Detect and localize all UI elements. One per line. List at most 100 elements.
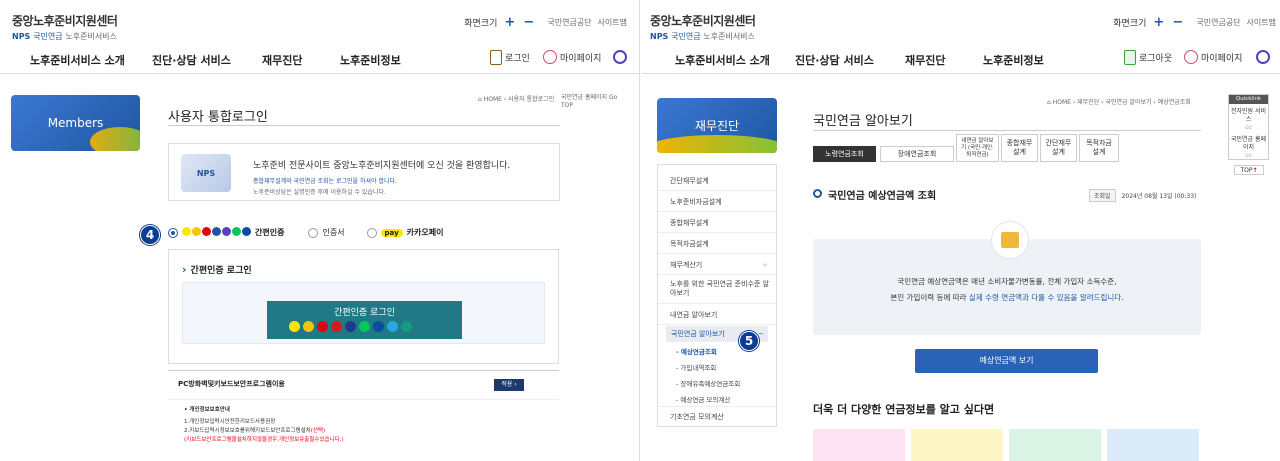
view-expected-pension-button[interactable]: 예상연금액 보기 — [915, 349, 1098, 373]
pc-security-row: PC방화벽및키보드보안프로그램이용 적용 › — [168, 370, 559, 400]
radio-label-certificate: 인증서 — [322, 228, 345, 237]
quicklink-e-civil[interactable]: 전자민원 서비스 GO — [1229, 108, 1268, 132]
tab-total-plan[interactable]: 종합재무 설계 — [1001, 134, 1038, 162]
nav-item-consult[interactable]: 진단·상담 서비스 — [795, 52, 874, 68]
lnb-purpose-fund[interactable]: 목적자금설계 — [658, 234, 776, 254]
simple-auth-icons — [182, 227, 252, 238]
info-card-3[interactable] — [1009, 429, 1101, 461]
info-card-2[interactable] — [911, 429, 1003, 461]
info-card-1[interactable] — [813, 429, 905, 461]
site-logo[interactable]: 중앙노후준비지원센터 NPS 국민연금 노후준비서비스 — [650, 12, 756, 42]
nav-item-intro[interactable]: 노후준비서비스 소개 — [30, 52, 125, 68]
lnb-calculator[interactable]: 재무계산기 + — [658, 255, 776, 275]
nav-item-intro[interactable]: 노후준비서비스 소개 — [675, 52, 770, 68]
top-utility-bar: 화면크기 + − 국민연금공단 사이트맵 — [464, 15, 627, 30]
welcome-notice-1: 종합재무설계와 국민연금 조회는 로그인을 하셔야 합니다. — [253, 178, 397, 185]
lnb-total-plan[interactable]: 종합재무설계 — [658, 213, 776, 233]
nps-link[interactable]: 국민연금공단 — [1196, 17, 1240, 28]
easy-login-heading: 간편인증 로그인 — [182, 263, 252, 276]
info-line-2: 본인 가입이력 등에 따라 실제 수령 연금액과 다를 수 있음을 알려드립니다… — [890, 293, 1124, 302]
lnb-basic-pension[interactable]: 기초연금 모의계산 — [658, 406, 776, 426]
title-divider — [813, 130, 1201, 131]
arrow-up-icon: ↑ — [1252, 167, 1258, 174]
site-logo[interactable]: 중앙노후준비지원센터 NPS 국민연금 노후준비서비스 — [12, 12, 118, 42]
search-icon[interactable] — [613, 50, 627, 64]
page-title: 국민연금 알아보기 — [813, 114, 913, 129]
zoom-out-button[interactable]: − — [1171, 15, 1184, 30]
tab-simple-plan[interactable]: 간단재무 설계 — [1040, 134, 1077, 162]
lnb-pension-level[interactable]: 노후를 위한 국민연금 준비수준 알아보기 — [658, 276, 776, 304]
right-screenshot: 중앙노후준비지원센터 NPS 국민연금 노후준비서비스 화면크기 + − 국민연… — [642, 0, 1280, 461]
nps-welcome-icon: NPS — [181, 154, 231, 192]
auth-method-radio-group: 간편인증 인증서 pay 카카오페이 — [168, 227, 443, 238]
lock-icon — [490, 50, 502, 65]
zoom-in-button[interactable]: + — [503, 15, 516, 30]
step-badge-4: 4 — [140, 225, 160, 245]
more-info-heading: 더욱 더 다양한 연금정보를 알고 싶다면 — [813, 403, 995, 416]
nps-logo-icon: NPS — [12, 32, 31, 41]
radio-simple-auth[interactable] — [168, 227, 178, 238]
logo-title: 중앙노후준비지원센터 — [12, 14, 118, 28]
user-icon — [543, 50, 557, 64]
quicklink-nps-home[interactable]: 국민연금 홈페이지 GO — [1229, 136, 1268, 160]
user-icon — [1184, 50, 1198, 64]
left-screenshot: 중앙노후준비지원센터 NPS 국민연금 노후준비서비스 화면크기 + − 국민연… — [0, 0, 640, 461]
nav-item-info[interactable]: 노후준비정보 — [983, 52, 1044, 68]
logo-title: 중앙노후준비지원센터 — [650, 14, 756, 28]
tab-disability[interactable]: 장애연금조회 — [880, 146, 954, 162]
section-title: 국민연금 예상연금액 조회 — [813, 187, 936, 202]
main-nav: 노후준비서비스 소개 진단·상담 서비스 재무진단 노후준비정보 로그아웃 마이… — [642, 44, 1280, 74]
lnb-my-pension[interactable]: 내연금 알아보기 — [658, 305, 776, 325]
lnb-sub-expected[interactable]: - 예상연금조회 — [676, 346, 717, 356]
quicklink-panel: Quicklink 전자민원 서비스 GO 국민연금 홈페이지 GO — [1228, 94, 1269, 160]
date-label: 조회일 — [1089, 189, 1116, 202]
page-title: 사용자 통합로그인 — [168, 110, 268, 125]
members-banner: Members — [11, 95, 140, 151]
sitemap-link[interactable]: 사이트맵 — [1247, 17, 1276, 28]
logout-link[interactable]: 로그아웃 — [1124, 50, 1172, 65]
easy-login-panel: 간편인증 로그인 간편인증 로그인 — [168, 249, 559, 364]
top-utility-bar: 화면크기 + − 국민연금공단 사이트맵 — [1113, 15, 1276, 30]
logo-subtitle: NPS 국민연금 노후준비서비스 — [650, 32, 755, 41]
radio-label-kakaopay: 카카오페이 — [406, 228, 444, 237]
lnb-sub-simulation[interactable]: - 예상연금 모의계산 — [676, 394, 730, 404]
radio-certificate[interactable] — [308, 227, 319, 238]
nav-item-consult[interactable]: 진단·상담 서비스 — [152, 52, 231, 68]
lnb-sub-disability[interactable]: - 장애유족예상연금조회 — [676, 378, 740, 388]
search-icon[interactable] — [1256, 50, 1270, 64]
pension-info-box: 국민연금 예상연금액은 매년 소비자물가변동률, 전체 가입자 소득수준, 본인… — [813, 221, 1201, 335]
easy-login-area: 간편인증 로그인 — [182, 282, 545, 344]
nps-home-go-top[interactable]: 국민연금 홈페이지 Go TOP — [561, 94, 625, 110]
zoom-in-button[interactable]: + — [1152, 15, 1165, 30]
zoom-out-button[interactable]: − — [522, 15, 535, 30]
finance-banner: 재무진단 — [657, 98, 777, 153]
info-line-1: 국민연금 예상연금액은 매년 소비자물가변동률, 전체 가입자 소득수준, — [897, 277, 1117, 286]
mypage-link[interactable]: 마이페이지 — [543, 50, 601, 64]
radio-kakaopay[interactable] — [366, 227, 377, 238]
nav-item-finance[interactable]: 재무진단 — [905, 52, 945, 68]
apply-button[interactable]: 적용 › — [494, 379, 524, 391]
sitemap-link[interactable]: 사이트맵 — [598, 17, 627, 28]
nav-item-finance[interactable]: 재무진단 — [262, 52, 302, 68]
easy-login-button[interactable]: 간편인증 로그인 — [267, 301, 462, 339]
lnb-retire-fund[interactable]: 노후준비자금설계 — [658, 192, 776, 212]
tab-my-pension[interactable]: 내연금 알아보기 (국민·개인·퇴직연금) — [956, 134, 999, 162]
nps-link[interactable]: 국민연금공단 — [547, 17, 591, 28]
lnb-simple-plan[interactable]: 간단재무설계 — [658, 171, 776, 191]
lnb-sub-history[interactable]: - 가입내역조회 — [676, 362, 716, 372]
info-card-4[interactable] — [1107, 429, 1199, 461]
mypage-link[interactable]: 마이페이지 — [1184, 50, 1242, 64]
login-link[interactable]: 로그인 — [490, 50, 530, 65]
date-value: 2024년 08월 13일 (00:33) — [1121, 193, 1197, 200]
nav-item-info[interactable]: 노후준비정보 — [340, 52, 401, 68]
tab-purpose-fund[interactable]: 목적자금 설계 — [1079, 134, 1119, 162]
nps-logo-icon: NPS — [650, 32, 669, 41]
kakaopay-icon: pay — [380, 228, 403, 237]
unlock-icon — [1124, 50, 1136, 65]
calendar-icon — [991, 221, 1029, 259]
welcome-text: 노후준비 전문사이트 중앙노후준비지원센터에 오신 것을 환영합니다. — [253, 161, 511, 171]
easy-login-provider-icons — [289, 321, 412, 332]
zoom-label: 화면크기 — [1113, 19, 1147, 29]
tab-old-age[interactable]: 노령연금조회 — [813, 146, 876, 162]
go-top-button[interactable]: TOP↑ — [1234, 165, 1264, 175]
